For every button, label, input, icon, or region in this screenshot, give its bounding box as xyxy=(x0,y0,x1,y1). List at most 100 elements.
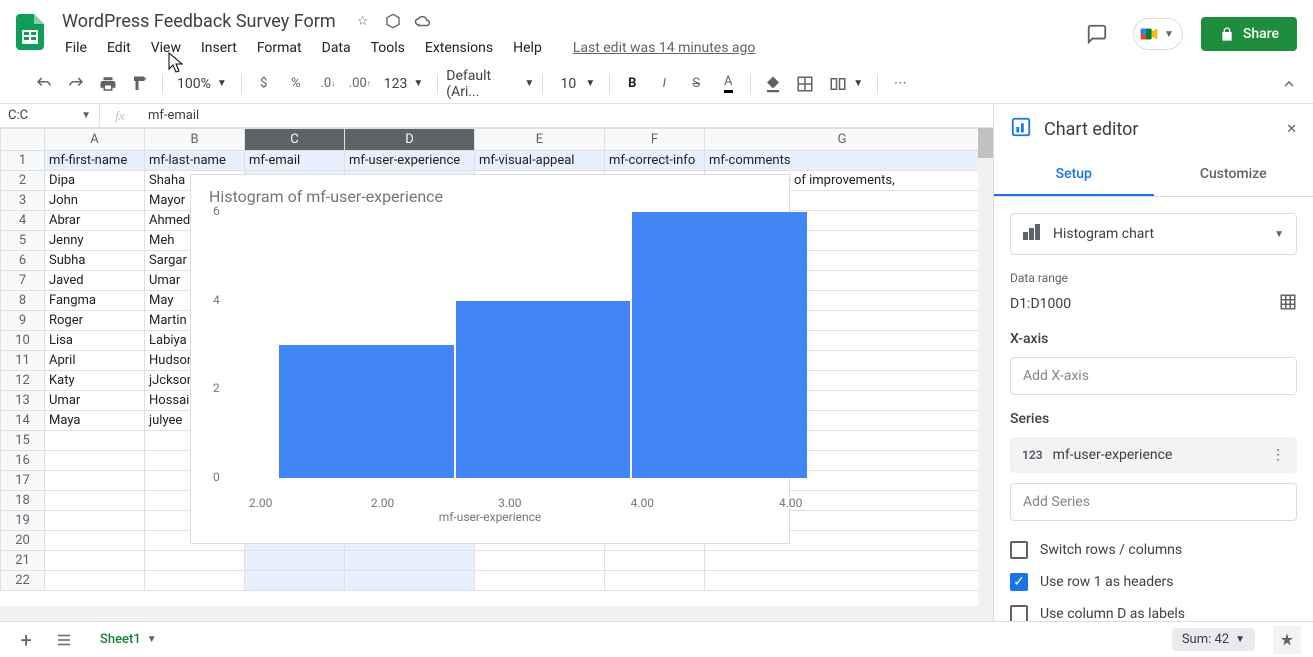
column-header[interactable]: F xyxy=(605,129,705,151)
row-header[interactable]: 4 xyxy=(1,211,45,231)
use-col-d-labels-checkbox[interactable]: Use column D as labels xyxy=(1010,605,1297,621)
cell[interactable] xyxy=(345,571,475,591)
cell[interactable]: mf-visual-appeal xyxy=(475,151,605,171)
fill-color-button[interactable] xyxy=(759,70,787,98)
print-button[interactable] xyxy=(94,70,122,98)
column-header[interactable]: A xyxy=(45,129,145,151)
font-size-select[interactable]: 10▼ xyxy=(551,76,601,92)
row-header[interactable]: 20 xyxy=(1,531,45,551)
row-header[interactable]: 9 xyxy=(1,311,45,331)
row-header[interactable]: 6 xyxy=(1,251,45,271)
number-format-select[interactable]: 123▼ xyxy=(378,76,430,92)
paint-format-button[interactable] xyxy=(126,70,154,98)
row-header[interactable]: 2 xyxy=(1,171,45,191)
row-header[interactable]: 1 xyxy=(1,151,45,171)
row-header[interactable]: 7 xyxy=(1,271,45,291)
cell[interactable]: Subha xyxy=(45,251,145,271)
cell[interactable] xyxy=(45,551,145,571)
row-header[interactable]: 8 xyxy=(1,291,45,311)
menu-file[interactable]: File xyxy=(56,36,96,60)
tab-setup[interactable]: Setup xyxy=(994,154,1154,196)
sheets-logo[interactable] xyxy=(10,12,50,52)
cell[interactable] xyxy=(475,571,605,591)
menu-tools[interactable]: Tools xyxy=(362,36,414,60)
row-header[interactable]: 10 xyxy=(1,331,45,351)
cell[interactable]: mf-correct-info xyxy=(605,151,705,171)
borders-button[interactable] xyxy=(791,70,819,98)
cell[interactable]: mf-email xyxy=(245,151,345,171)
explore-button[interactable] xyxy=(1273,626,1301,654)
add-series-button[interactable]: Add Series xyxy=(1010,483,1297,521)
star-icon[interactable]: ☆ xyxy=(354,12,372,30)
undo-button[interactable] xyxy=(30,70,58,98)
grid-select-icon[interactable] xyxy=(1279,293,1297,315)
cell[interactable] xyxy=(45,571,145,591)
font-select[interactable]: Default (Ari...▼ xyxy=(446,68,534,100)
comments-icon[interactable] xyxy=(1079,16,1115,52)
menu-data[interactable]: Data xyxy=(313,36,360,60)
vertical-scrollbar[interactable] xyxy=(978,128,993,621)
collapse-toolbar-button[interactable] xyxy=(1275,70,1303,98)
cell[interactable]: mf-first-name xyxy=(45,151,145,171)
chart-type-select[interactable]: Histogram chart ▼ xyxy=(1010,213,1297,255)
last-edit-link[interactable]: Last edit was 14 minutes ago xyxy=(573,40,756,56)
menu-help[interactable]: Help xyxy=(504,36,551,60)
cell[interactable] xyxy=(705,571,980,591)
cell[interactable] xyxy=(45,471,145,491)
cell[interactable] xyxy=(705,551,980,571)
cell[interactable]: Abrar xyxy=(45,211,145,231)
cell[interactable]: Fangma xyxy=(45,291,145,311)
column-header[interactable]: B xyxy=(145,129,245,151)
row-header[interactable]: 17 xyxy=(1,471,45,491)
percent-button[interactable]: % xyxy=(282,70,310,98)
chart-overlay[interactable]: Histogram of mf-user-experience 0246 2.0… xyxy=(190,174,790,544)
tab-customize[interactable]: Customize xyxy=(1154,154,1313,196)
cell[interactable] xyxy=(45,431,145,451)
sheet-tab[interactable]: Sheet1▼ xyxy=(88,626,169,653)
row-header[interactable]: 22 xyxy=(1,571,45,591)
cell[interactable]: Lisa xyxy=(45,331,145,351)
more-button[interactable]: ⋯ xyxy=(886,70,914,98)
menu-insert[interactable]: Insert xyxy=(192,36,246,60)
name-box[interactable]: C:C▼ xyxy=(0,104,100,128)
close-editor-button[interactable]: ✕ xyxy=(1286,122,1297,137)
cell[interactable] xyxy=(345,551,475,571)
decrease-decimal-button[interactable]: .0↓ xyxy=(314,70,342,98)
cell[interactable]: Dipa xyxy=(45,171,145,191)
switch-rows-columns-checkbox[interactable]: Switch rows / columns xyxy=(1010,541,1297,559)
column-header[interactable]: G xyxy=(705,129,980,151)
cell[interactable] xyxy=(45,451,145,471)
merge-button[interactable]: ▼ xyxy=(823,75,869,93)
doc-title[interactable]: WordPress Feedback Survey Form xyxy=(56,9,342,34)
menu-format[interactable]: Format xyxy=(248,36,311,60)
cell[interactable]: April xyxy=(45,351,145,371)
row-header[interactable]: 18 xyxy=(1,491,45,511)
cell[interactable] xyxy=(145,571,245,591)
row-header[interactable]: 15 xyxy=(1,431,45,451)
column-header[interactable]: C xyxy=(245,129,345,151)
cell[interactable] xyxy=(45,511,145,531)
row-header[interactable]: 14 xyxy=(1,411,45,431)
italic-button[interactable]: I xyxy=(650,70,678,98)
formula-bar[interactable]: mf-email xyxy=(140,108,993,123)
row-header[interactable]: 11 xyxy=(1,351,45,371)
cell[interactable] xyxy=(605,571,705,591)
cell[interactable]: mf-user-experience xyxy=(345,151,475,171)
cell[interactable] xyxy=(245,571,345,591)
cell[interactable]: Maya xyxy=(45,411,145,431)
cell[interactable]: Katy xyxy=(45,371,145,391)
bold-button[interactable]: B xyxy=(618,70,646,98)
column-header[interactable]: D xyxy=(345,129,475,151)
cell[interactable]: mf-last-name xyxy=(145,151,245,171)
strike-button[interactable]: S xyxy=(682,70,710,98)
cell[interactable] xyxy=(145,551,245,571)
redo-button[interactable] xyxy=(62,70,90,98)
cell[interactable]: mf-comments xyxy=(705,151,980,171)
row-header[interactable]: 12 xyxy=(1,371,45,391)
meet-button[interactable]: ▼ xyxy=(1133,18,1183,50)
menu-edit[interactable]: Edit xyxy=(98,36,140,60)
row-header[interactable]: 5 xyxy=(1,231,45,251)
column-header[interactable]: E xyxy=(475,129,605,151)
data-range-value[interactable]: D1:D1000 xyxy=(1010,296,1071,312)
series-menu-icon[interactable]: ⋮ xyxy=(1271,447,1285,463)
